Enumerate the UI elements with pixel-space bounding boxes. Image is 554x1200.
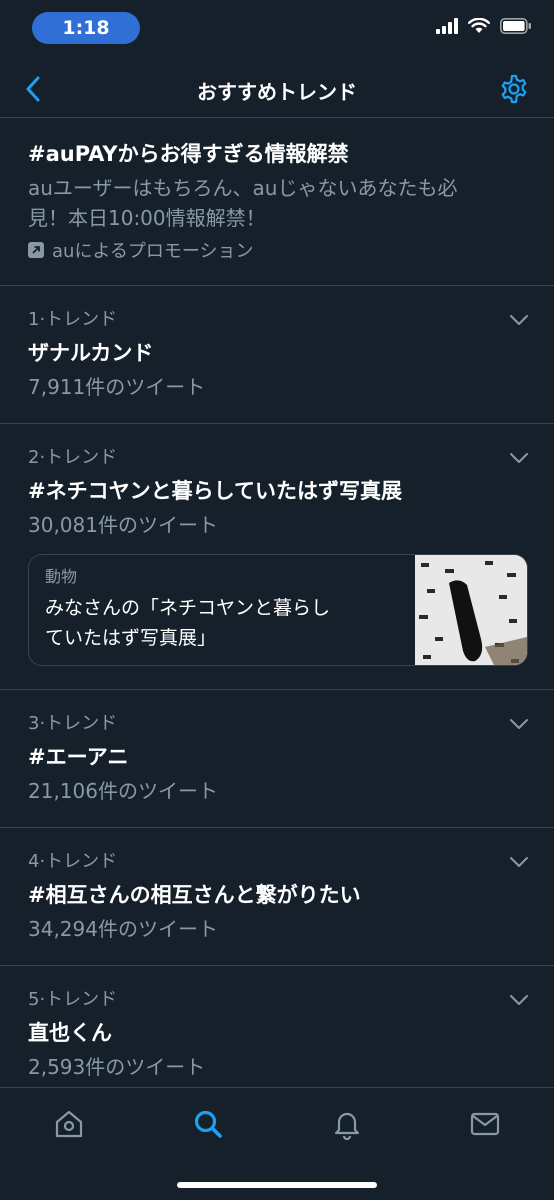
promoted-by-label: auによるプロモーション [52, 241, 254, 262]
battery-icon [500, 18, 531, 34]
moment-headline-line1: みなさんの「ネチコヤンと暮らし [45, 597, 331, 619]
trend-rank: 3·トレンド [28, 713, 118, 734]
tab-bar [0, 1087, 554, 1200]
status-bar: 1:18 [0, 0, 554, 60]
trend-tweet-count: 30,081件のツイート [28, 513, 218, 537]
trend-name: #ネチコヤンと暮らしていたはず写真展 [28, 479, 402, 503]
trend-name: #エーアニ [28, 745, 129, 769]
trend-tweet-count: 7,911件のツイート [28, 375, 206, 399]
bell-icon [334, 1112, 360, 1141]
promoted-by: auによるプロモーション [28, 237, 526, 263]
mail-icon [470, 1112, 500, 1136]
trend-list: #auPAYからお得すぎる情報解禁 auユーザーはもちろん、auじゃないあなたも… [0, 119, 554, 1104]
tab-notifications[interactable] [331, 1108, 363, 1141]
trend-name: 直也くん [28, 1021, 112, 1045]
trend-rank: 1·トレンド [28, 309, 118, 330]
tab-home[interactable] [53, 1108, 85, 1140]
trend-name: #相互さんの相互さんと繋がりたい [28, 883, 361, 907]
trend-tweet-count: 21,106件のツイート [28, 779, 218, 803]
tab-search[interactable] [192, 1108, 224, 1140]
home-indicator[interactable] [177, 1182, 377, 1188]
home-icon [55, 1110, 83, 1138]
chevron-down-icon[interactable] [508, 312, 530, 328]
settings-button[interactable] [498, 73, 530, 105]
promo-desc-line1: auユーザーはもちろん、auじゃないあなたも必 [28, 176, 458, 200]
tab-messages[interactable] [469, 1108, 501, 1140]
trend-rank: 2·トレンド [28, 447, 118, 468]
promoted-trend[interactable]: #auPAYからお得すぎる情報解禁 auユーザーはもちろん、auじゃないあなたも… [0, 119, 554, 286]
trend-name: ザナルカンド [28, 341, 154, 365]
trend-rank: 4·トレンド [28, 851, 118, 872]
promo-title: #auPAYからお得すぎる情報解禁 [28, 142, 349, 166]
page-title: おすすめトレンド [197, 80, 357, 104]
gear-icon [501, 74, 527, 104]
moment-category: 動物 [45, 567, 78, 586]
moment-card-text: 動物 みなさんの「ネチコヤンと暮らし ていたはず写真展」 [29, 555, 415, 665]
status-icons [436, 18, 532, 34]
promoted-icon [28, 242, 44, 258]
chevron-down-icon[interactable] [508, 716, 530, 732]
trend-item-3[interactable]: 3·トレンド #エーアニ 21,106件のツイート [0, 690, 554, 828]
trend-rank: 5·トレンド [28, 989, 118, 1010]
trend-tweet-count: 34,294件のツイート [28, 917, 218, 941]
nav-header: おすすめトレンド [0, 60, 554, 118]
moment-card[interactable]: 動物 みなさんの「ネチコヤンと暮らし ていたはず写真展」 [28, 554, 528, 666]
moment-headline: みなさんの「ネチコヤンと暮らし ていたはず写真展」 [45, 593, 399, 653]
moment-headline-line2: ていたはず写真展」 [45, 627, 217, 649]
trend-item-4[interactable]: 4·トレンド #相互さんの相互さんと繋がりたい 34,294件のツイート [0, 828, 554, 966]
search-icon [194, 1110, 222, 1138]
chevron-down-icon[interactable] [508, 854, 530, 870]
trend-item-2[interactable]: 2·トレンド #ネチコヤンと暮らしていたはず写真展 30,081件のツイート 動… [0, 424, 554, 690]
chevron-down-icon[interactable] [508, 992, 530, 1008]
moment-thumbnail [415, 555, 527, 665]
chevron-down-icon[interactable] [508, 450, 530, 466]
wifi-icon [468, 18, 490, 33]
status-time: 1:18 [32, 12, 140, 44]
promo-description: auユーザーはもちろん、auじゃないあなたも必 見！本日10:00情報解禁！ [28, 173, 526, 233]
promo-desc-line2: 見！本日10:00情報解禁！ [28, 206, 266, 230]
signal-icon [436, 18, 458, 34]
trend-tweet-count: 2,593件のツイート [28, 1055, 206, 1079]
trend-item-5[interactable]: 5·トレンド 直也くん 2,593件のツイート [0, 966, 554, 1104]
trend-item-1[interactable]: 1·トレンド ザナルカンド 7,911件のツイート [0, 286, 554, 424]
